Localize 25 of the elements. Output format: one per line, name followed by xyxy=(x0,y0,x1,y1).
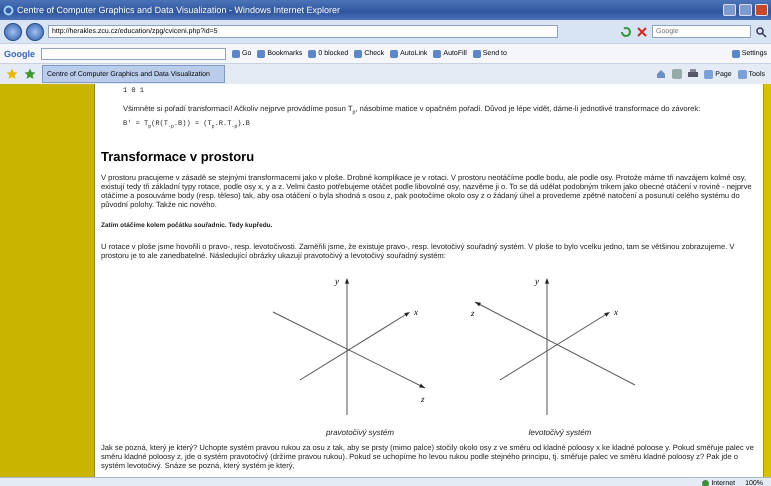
axis-label: z xyxy=(421,394,425,404)
back-button[interactable] xyxy=(4,22,22,40)
google-search-field[interactable] xyxy=(41,48,226,60)
forward-button[interactable] xyxy=(26,22,44,40)
axis-label: y xyxy=(335,276,339,286)
section-heading: Transformace v prostoru xyxy=(101,148,256,164)
axis-label: z xyxy=(471,308,475,318)
home-icon[interactable] xyxy=(656,69,666,79)
google-logo: Google xyxy=(4,48,35,58)
refresh-icon[interactable] xyxy=(620,26,632,38)
close-button[interactable] xyxy=(755,4,768,16)
stop-icon[interactable] xyxy=(636,26,648,38)
ie-logo-icon xyxy=(3,4,14,16)
maximize-button[interactable] xyxy=(739,4,752,16)
minimize-button[interactable] xyxy=(723,4,736,16)
axis-label: x xyxy=(414,306,418,317)
axis-label: x xyxy=(614,306,618,317)
add-favorite-icon[interactable] xyxy=(24,68,36,80)
favorites-icon[interactable] xyxy=(6,68,18,80)
search-icon[interactable] xyxy=(755,26,767,38)
print-icon[interactable] xyxy=(688,69,698,79)
figure-caption: pravotočivý systém xyxy=(326,428,394,437)
figure-caption: levotočivý systém xyxy=(528,428,592,437)
axis-label: y xyxy=(535,276,539,286)
window-title: Centre of Computer Graphics and Data Visualization - Windows Internet Explorer xyxy=(17,5,340,15)
